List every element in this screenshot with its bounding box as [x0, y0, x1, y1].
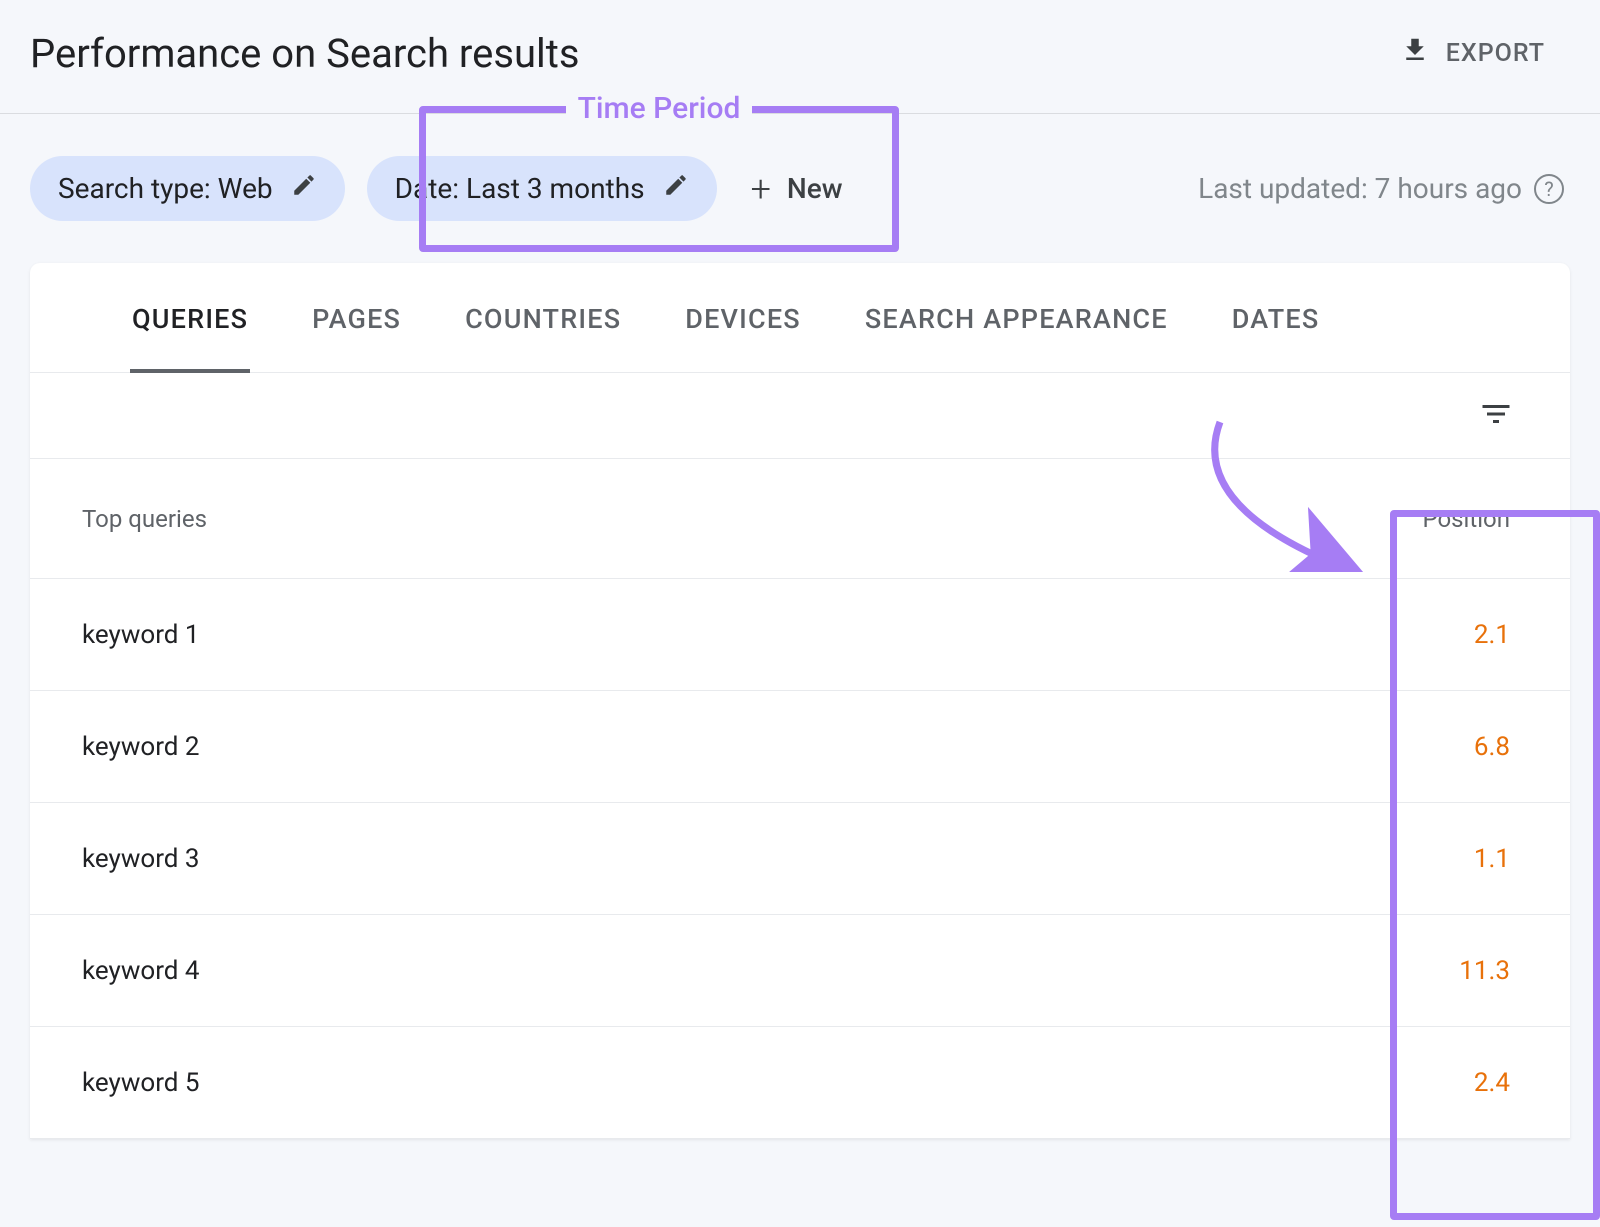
tab-queries[interactable]: QUERIES [130, 297, 250, 373]
column-header-query[interactable]: Top queries [82, 505, 1338, 533]
last-updated-text: Last updated: 7 hours ago [1198, 172, 1522, 205]
download-icon [1400, 35, 1430, 72]
column-header-position[interactable]: Position [1338, 505, 1518, 533]
cell-query: keyword 2 [82, 732, 1338, 762]
table-row[interactable]: keyword 4 11.3 [30, 915, 1570, 1027]
pencil-icon [663, 172, 689, 205]
new-label: New [787, 172, 843, 205]
tab-search-appearance[interactable]: SEARCH APPEARANCE [863, 297, 1170, 372]
filter-icon[interactable] [1478, 396, 1514, 436]
table-row[interactable]: keyword 3 1.1 [30, 803, 1570, 915]
cell-position: 1.1 [1338, 844, 1518, 874]
cell-position: 2.4 [1338, 1068, 1518, 1098]
cell-query: keyword 5 [82, 1068, 1338, 1098]
tabs: QUERIES PAGES COUNTRIES DEVICES SEARCH A… [30, 263, 1570, 373]
cell-query: keyword 1 [82, 620, 1338, 650]
queries-table: Top queries Position keyword 1 2.1 keywo… [30, 459, 1570, 1139]
search-type-chip-label: Search type: Web [58, 172, 273, 205]
results-card: QUERIES PAGES COUNTRIES DEVICES SEARCH A… [30, 263, 1570, 1139]
table-row[interactable]: keyword 5 2.4 [30, 1027, 1570, 1139]
cell-position: 6.8 [1338, 732, 1518, 762]
table-row[interactable]: keyword 1 2.1 [30, 579, 1570, 691]
last-updated: Last updated: 7 hours ago ? [1198, 172, 1570, 205]
new-filter-button[interactable]: + New [751, 171, 843, 207]
cell-query: keyword 4 [82, 956, 1338, 986]
filter-bar: Search type: Web Date: Last 3 months + N… [30, 114, 1570, 263]
export-label: EXPORT [1446, 39, 1545, 68]
cell-query: keyword 3 [82, 844, 1338, 874]
tab-pages[interactable]: PAGES [310, 297, 403, 372]
tab-countries[interactable]: COUNTRIES [463, 297, 623, 372]
date-chip-label: Date: Last 3 months [395, 172, 645, 205]
page-title: Performance on Search results [30, 30, 579, 77]
tab-dates[interactable]: DATES [1230, 297, 1322, 372]
table-header: Top queries Position [30, 459, 1570, 579]
date-chip[interactable]: Date: Last 3 months [367, 156, 717, 221]
table-row[interactable]: keyword 2 6.8 [30, 691, 1570, 803]
search-type-chip[interactable]: Search type: Web [30, 156, 345, 221]
cell-position: 2.1 [1338, 620, 1518, 650]
export-button[interactable]: EXPORT [1400, 35, 1570, 72]
cell-position: 11.3 [1338, 956, 1518, 986]
tab-devices[interactable]: DEVICES [683, 297, 803, 372]
pencil-icon [291, 172, 317, 205]
help-icon[interactable]: ? [1534, 174, 1564, 204]
plus-icon: + [751, 171, 771, 207]
